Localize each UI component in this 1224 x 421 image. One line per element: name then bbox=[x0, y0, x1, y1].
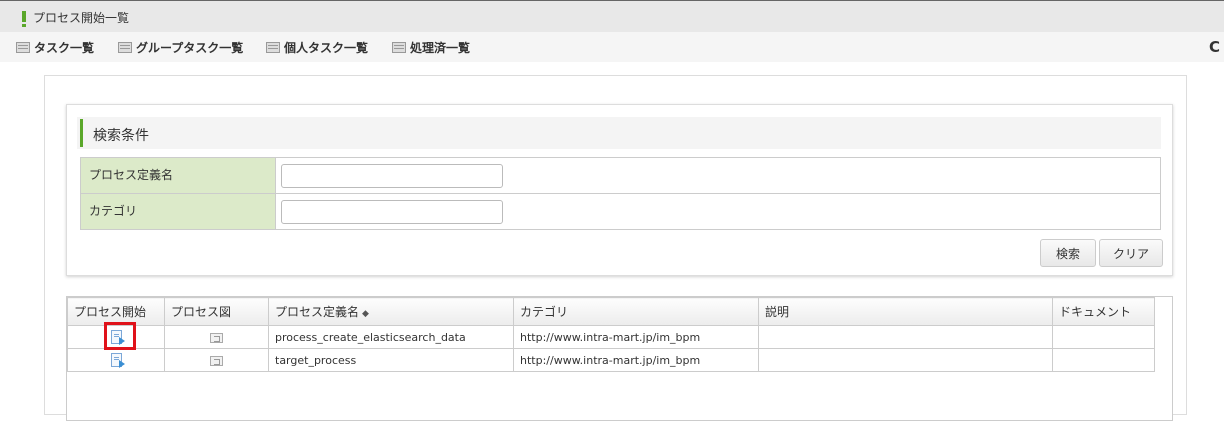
tab-processed-list[interactable]: 処理済一覧 bbox=[392, 39, 470, 55]
description-cell bbox=[758, 325, 1053, 349]
search-conditions-heading: 検索条件 bbox=[93, 128, 149, 144]
process-list-grid: プロセス開始 プロセス図 プロセス定義名 ◆ カテゴリ 説明 ドキュメント pro… bbox=[66, 296, 1173, 421]
tab-group-task-list[interactable]: グループタスク一覧 bbox=[118, 39, 243, 55]
page-title: プロセス開始一覧 bbox=[33, 11, 130, 25]
tab-task-list[interactable]: タスク一覧 bbox=[16, 39, 94, 55]
list-icon bbox=[16, 41, 30, 53]
search-button[interactable]: 検索 bbox=[1040, 239, 1096, 267]
search-form: プロセス定義名 カテゴリ bbox=[80, 157, 1161, 230]
exclamation-icon bbox=[22, 11, 26, 27]
process-start-icon[interactable] bbox=[110, 353, 125, 368]
tab-label: グループタスク一覧 bbox=[136, 40, 244, 55]
title-bar: プロセス開始一覧 bbox=[0, 0, 1224, 32]
process-definition-name-label: プロセス定義名 bbox=[80, 157, 276, 194]
process-diagram-icon[interactable] bbox=[210, 332, 223, 343]
tab-label: タスク一覧 bbox=[34, 40, 95, 55]
category-input[interactable] bbox=[281, 199, 503, 224]
document-cell bbox=[1052, 325, 1155, 349]
tab-personal-task-list[interactable]: 個人タスク一覧 bbox=[266, 39, 368, 55]
tab-bar: タスク一覧 グループタスク一覧 個人タスク一覧 処理済一覧 bbox=[0, 32, 1224, 62]
process-definition-name-cell: process_create_elasticsearch_data bbox=[268, 325, 514, 349]
category-cell: http://www.intra-mart.jp/im_bpm bbox=[513, 348, 759, 372]
column-header-label: プロセス定義名 bbox=[275, 305, 360, 319]
description-cell bbox=[758, 348, 1053, 372]
column-header-process-diagram: プロセス図 bbox=[164, 297, 269, 326]
list-icon bbox=[266, 41, 280, 53]
tab-label: 処理済一覧 bbox=[410, 40, 471, 55]
reload-icon[interactable]: C bbox=[1209, 38, 1220, 56]
column-header-description: 説明 bbox=[758, 297, 1053, 326]
document-cell bbox=[1052, 348, 1155, 372]
search-conditions-header: 検索条件 bbox=[77, 117, 1161, 149]
grid-header-row: プロセス開始 プロセス図 プロセス定義名 ◆ カテゴリ 説明 ドキュメント bbox=[67, 297, 1155, 326]
search-conditions-panel: 検索条件 プロセス定義名 カテゴリ bbox=[66, 104, 1173, 276]
category-label: カテゴリ bbox=[80, 193, 276, 230]
process-start-icon[interactable] bbox=[110, 330, 125, 345]
header-accent-bar bbox=[80, 119, 83, 147]
column-header-process-start: プロセス開始 bbox=[67, 297, 165, 326]
column-header-document: ドキュメント bbox=[1052, 297, 1155, 326]
sort-icon[interactable]: ◆ bbox=[362, 309, 369, 319]
process-definition-name-input[interactable] bbox=[281, 163, 503, 188]
clear-button[interactable]: クリア bbox=[1099, 239, 1163, 267]
list-icon bbox=[118, 41, 132, 53]
category-cell: http://www.intra-mart.jp/im_bpm bbox=[513, 325, 759, 349]
process-definition-name-cell: target_process bbox=[268, 348, 514, 372]
table-row: target_process http://www.intra-mart.jp/… bbox=[67, 348, 1155, 372]
process-diagram-icon[interactable] bbox=[210, 355, 223, 366]
tab-label: 個人タスク一覧 bbox=[284, 40, 369, 55]
column-header-category: カテゴリ bbox=[513, 297, 759, 326]
column-header-process-definition-name[interactable]: プロセス定義名 ◆ bbox=[268, 297, 514, 326]
table-row: process_create_elasticsearch_data http:/… bbox=[67, 325, 1155, 349]
list-icon bbox=[392, 41, 406, 53]
